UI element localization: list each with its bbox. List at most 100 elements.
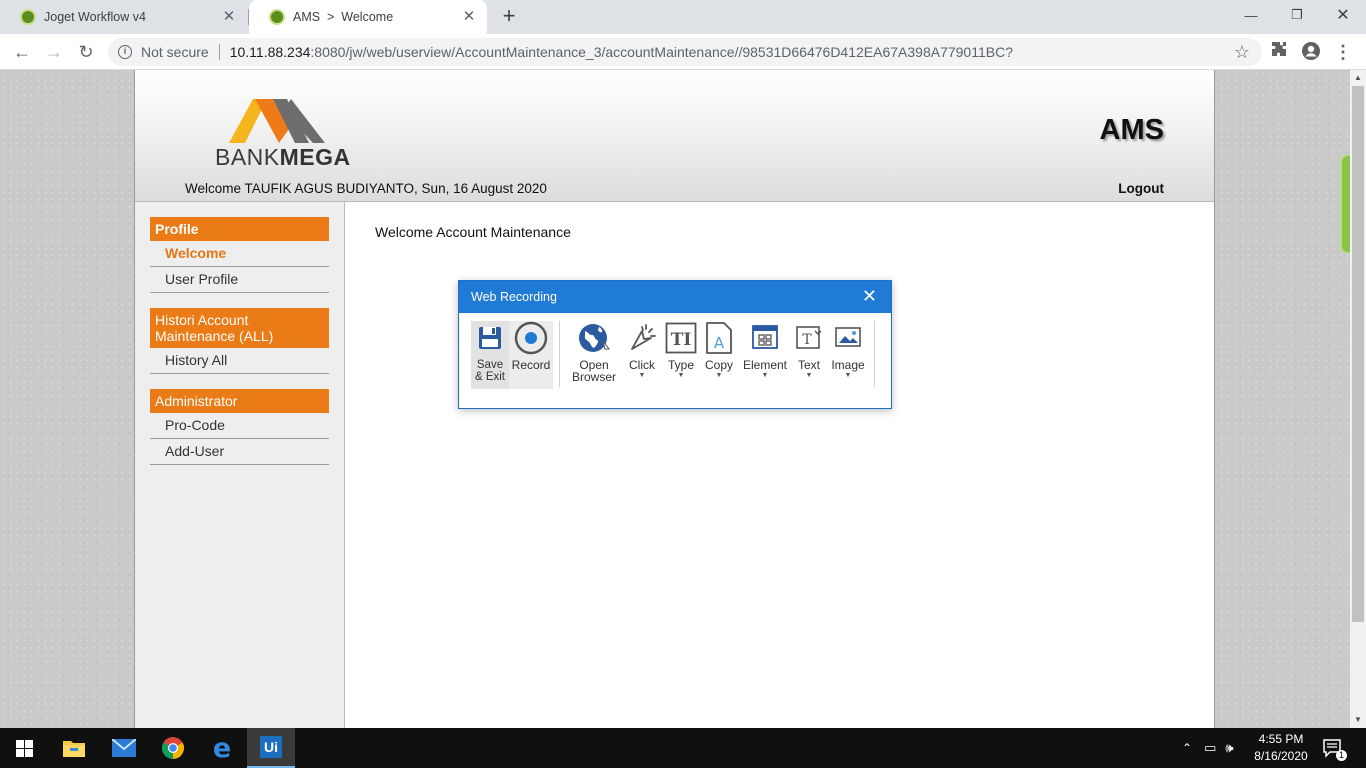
text-label: Text bbox=[797, 358, 820, 372]
volume-icon[interactable]: 🕪 bbox=[1225, 740, 1233, 756]
sidebar: Profile Welcome User Profile Histori Acc… bbox=[135, 202, 345, 728]
click-dropdown-icon[interactable]: ▼ bbox=[639, 372, 646, 380]
copy-text-icon: A bbox=[705, 321, 733, 355]
joget-favicon-icon bbox=[269, 9, 285, 25]
browser-menu-icon[interactable]: ⋮ bbox=[1332, 41, 1354, 63]
edge-icon[interactable]: e bbox=[198, 728, 246, 768]
dialog-close-icon[interactable]: ✕ bbox=[862, 281, 877, 312]
toolbar-divider bbox=[874, 321, 875, 387]
bank-mega-logo: BANKMEGA bbox=[215, 97, 350, 170]
sidebar-item-welcome[interactable]: Welcome bbox=[150, 241, 329, 267]
uipath-studio-icon[interactable]: Ui bbox=[247, 728, 295, 768]
sidebar-item-add-user[interactable]: Add-User bbox=[150, 439, 329, 465]
globe-icon bbox=[577, 321, 611, 355]
record-label: Record bbox=[511, 358, 551, 372]
chrome-icon[interactable] bbox=[149, 728, 197, 768]
tab-ams-welcome[interactable]: AMS > Welcome ✕ bbox=[249, 0, 487, 34]
url-host[interactable]: 10.11.88.234 bbox=[230, 44, 311, 60]
network-icon[interactable]: ▭ bbox=[1204, 740, 1216, 756]
system-tray: ⌃ ▭ 🕪 bbox=[1182, 728, 1234, 768]
element-label: Element bbox=[742, 358, 788, 372]
ui-element-icon bbox=[751, 321, 779, 355]
browser-toolbar: ← → ↻ i Not secure 10.11.88.234:8080/jw/… bbox=[0, 34, 1366, 70]
copy-dropdown-icon[interactable]: ▼ bbox=[716, 372, 723, 380]
scroll-down-icon[interactable]: ▼ bbox=[1350, 712, 1366, 728]
dialog-title: Web Recording bbox=[471, 290, 557, 304]
tab-close-icon[interactable]: ✕ bbox=[221, 9, 237, 25]
url-path[interactable]: :8080/jw/web/userview/AccountMaintenance… bbox=[310, 44, 1013, 60]
browser-tab-strip: Joget Workflow v4 ✕ AMS > Welcome ✕ + — … bbox=[0, 0, 1366, 34]
toolbar-divider bbox=[559, 321, 560, 387]
forward-icon[interactable]: → bbox=[42, 40, 66, 64]
page-scrollbar[interactable]: ▲ ▼ bbox=[1350, 70, 1366, 728]
joget-favicon-icon bbox=[20, 9, 36, 25]
type-label: Type bbox=[667, 358, 694, 372]
menu-category-profile: Profile bbox=[150, 217, 329, 241]
welcome-message: Welcome TAUFIK AGUS BUDIYANTO, Sun, 16 A… bbox=[185, 181, 547, 196]
clock-date: 8/16/2020 bbox=[1254, 749, 1308, 763]
svg-text:T: T bbox=[802, 332, 812, 348]
open-browser-button[interactable]: Open Browser bbox=[566, 321, 622, 389]
save-exit-button[interactable]: Save & Exit bbox=[471, 321, 509, 389]
sidebar-item-pro-code[interactable]: Pro-Code bbox=[150, 413, 329, 439]
reload-icon[interactable]: ↻ bbox=[74, 40, 98, 64]
mail-icon[interactable] bbox=[100, 728, 148, 768]
minimize-icon[interactable]: — bbox=[1228, 0, 1274, 30]
text-dropdown-icon[interactable]: ▼ bbox=[806, 372, 813, 380]
logout-link[interactable]: Logout bbox=[1118, 181, 1164, 196]
dialog-titlebar[interactable]: Web Recording ✕ bbox=[459, 281, 891, 313]
record-button[interactable]: Record bbox=[509, 321, 553, 389]
scroll-up-icon[interactable]: ▲ bbox=[1350, 70, 1366, 86]
click-button[interactable]: Click ▼ bbox=[622, 321, 662, 389]
security-label[interactable]: Not secure bbox=[141, 44, 209, 60]
tab-joget[interactable]: Joget Workflow v4 ✕ bbox=[0, 0, 247, 34]
floppy-disk-icon bbox=[477, 321, 503, 355]
image-icon bbox=[834, 321, 862, 355]
info-icon[interactable]: i bbox=[118, 45, 132, 59]
open-browser-label: Open Browser bbox=[571, 358, 616, 384]
type-into-icon: TI bbox=[665, 321, 697, 355]
show-hidden-icons-icon[interactable]: ⌃ bbox=[1182, 741, 1192, 755]
logo-wordmark: BANKMEGA bbox=[215, 144, 351, 170]
type-dropdown-icon[interactable]: ▼ bbox=[678, 372, 685, 380]
start-windows-icon[interactable] bbox=[0, 728, 48, 768]
element-button[interactable]: Element ▼ bbox=[738, 321, 792, 389]
tab-title: AMS > Welcome bbox=[293, 10, 394, 24]
sidebar-item-history-all[interactable]: History All bbox=[150, 348, 329, 374]
mouse-click-icon bbox=[626, 321, 658, 355]
image-button[interactable]: Image ▼ bbox=[826, 321, 870, 389]
window-close-icon[interactable]: ✕ bbox=[1320, 0, 1366, 30]
element-dropdown-icon[interactable]: ▼ bbox=[762, 372, 769, 380]
web-recording-dialog: Web Recording ✕ Save & Exit Record Open … bbox=[458, 280, 892, 409]
menu-category-histori: Histori Account Maintenance (ALL) bbox=[150, 308, 329, 348]
image-dropdown-icon[interactable]: ▼ bbox=[845, 372, 852, 380]
action-center-icon[interactable]: 1 bbox=[1322, 728, 1347, 768]
system-clock[interactable]: 4:55 PM 8/16/2020 bbox=[1248, 731, 1314, 765]
scrollbar-thumb[interactable] bbox=[1352, 86, 1364, 622]
profile-avatar-icon[interactable] bbox=[1300, 41, 1322, 63]
sidebar-item-user-profile[interactable]: User Profile bbox=[150, 267, 329, 293]
tab-title: Joget Workflow v4 bbox=[44, 10, 146, 24]
back-icon[interactable]: ← bbox=[10, 40, 34, 64]
copy-button[interactable]: A Copy ▼ bbox=[700, 321, 738, 389]
clock-time: 4:55 PM bbox=[1258, 732, 1304, 746]
bookmark-star-icon[interactable]: ☆ bbox=[1234, 42, 1250, 63]
tab-close-icon[interactable]: ✕ bbox=[461, 9, 477, 25]
windows-taskbar: e Ui ⌃ ▭ 🕪 4:55 PM 8/16/2020 1 bbox=[0, 728, 1366, 768]
page-header: BANKMEGA AMS Welcome TAUFIK AGUS BUDIYAN… bbox=[135, 70, 1214, 202]
restore-icon[interactable]: ❐ bbox=[1274, 0, 1320, 30]
notification-badge: 1 bbox=[1336, 750, 1347, 761]
copy-label: Copy bbox=[704, 358, 733, 372]
file-explorer-icon[interactable] bbox=[50, 728, 98, 768]
address-bar[interactable]: i Not secure 10.11.88.234:8080/jw/web/us… bbox=[108, 38, 1262, 66]
side-panel-tab[interactable] bbox=[1340, 154, 1350, 254]
type-button[interactable]: TI Type ▼ bbox=[662, 321, 700, 389]
recording-toolbar: Save & Exit Record Open Browser Click ▼ … bbox=[471, 321, 881, 391]
new-tab-icon[interactable]: + bbox=[497, 5, 521, 29]
text-button[interactable]: T Text ▼ bbox=[792, 321, 826, 389]
save-exit-label: Save & Exit bbox=[474, 359, 506, 383]
menu-category-administrator: Administrator bbox=[150, 389, 329, 413]
app-title: AMS bbox=[1099, 114, 1164, 146]
extensions-icon[interactable] bbox=[1268, 41, 1290, 63]
text-screen-icon: T bbox=[795, 321, 823, 355]
